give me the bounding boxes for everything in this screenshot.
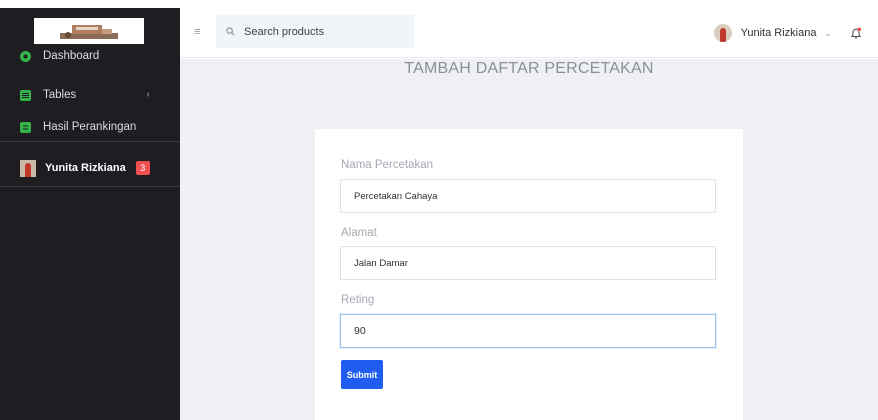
avatar	[20, 159, 36, 177]
form-card: Nama Percetakan Alamat Reting Submit	[315, 129, 743, 420]
sidebar-item-label: Dashboard	[43, 50, 100, 62]
search-icon	[226, 27, 235, 36]
sidebar-user-name: Yunita Rizkiana	[45, 162, 126, 174]
list-icon	[20, 121, 31, 133]
nama-percetakan-input[interactable]	[340, 179, 716, 213]
alamat-input[interactable]	[340, 246, 716, 280]
field-label-reting: Reting	[341, 294, 375, 306]
topbar: ≡ Yunita Rizkiana ⌄	[180, 8, 878, 58]
avatar	[713, 24, 732, 42]
sidebar-item-hasil-perankingan[interactable]: Hasil Perankingan	[0, 116, 180, 138]
field-label-nama-percetakan: Nama Percetakan	[341, 159, 434, 171]
chevron-down-icon: ⌄	[824, 27, 832, 38]
user-name: Yunita Rizkiana	[740, 27, 817, 39]
sidebar-divider	[0, 186, 180, 187]
brand-logo[interactable]	[34, 18, 144, 44]
sidebar-divider	[0, 141, 180, 142]
hamburger-menu-icon[interactable]: ≡	[194, 27, 200, 38]
reting-input[interactable]	[340, 314, 716, 348]
sidebar-item-label: Tables	[43, 89, 77, 101]
chevron-left-icon[interactable]: ‹	[147, 89, 150, 100]
search-box	[216, 15, 414, 48]
field-label-alamat: Alamat	[341, 227, 377, 239]
sidebar-user[interactable]: Yunita Rizkiana 3	[0, 153, 180, 183]
sidebar-item-tables[interactable]: Tables ‹	[0, 84, 180, 106]
search-input[interactable]	[244, 25, 394, 38]
page-title: TAMBAH DAFTAR PERCETAKAN	[404, 60, 654, 77]
sidebar-item-dashboard[interactable]: Dashboard	[0, 45, 180, 67]
main-content: TAMBAH DAFTAR PERCETAKAN Nama Percetakan…	[180, 59, 878, 420]
table-icon	[20, 89, 31, 101]
user-menu[interactable]: Yunita Rizkiana ⌄	[713, 23, 862, 43]
sidebar: Dashboard Tables ‹ Hasil Perankingan Yun…	[0, 8, 180, 420]
logo-image	[60, 25, 118, 39]
submit-button[interactable]: Submit	[341, 360, 383, 389]
bell-icon[interactable]	[850, 27, 862, 40]
dashboard-icon	[20, 50, 31, 62]
notification-badge: 3	[135, 161, 150, 175]
sidebar-item-label: Hasil Perankingan	[43, 121, 137, 133]
